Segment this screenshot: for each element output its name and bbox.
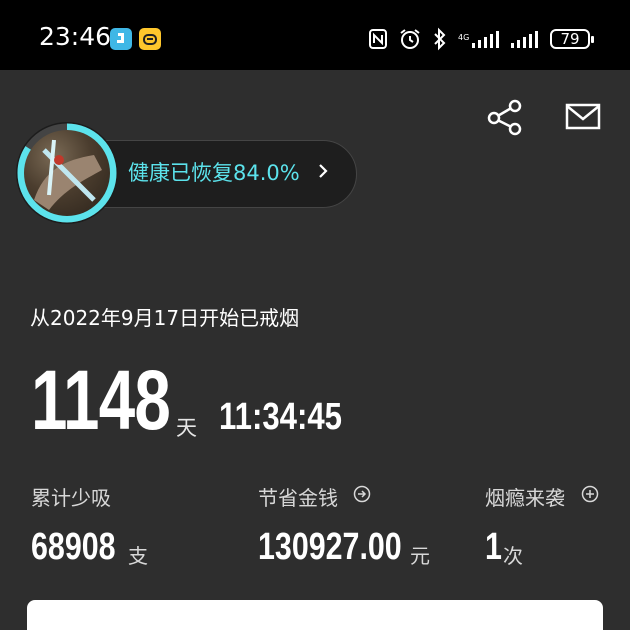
stat-unit-money: 元	[410, 544, 430, 568]
status-icons: 4G 79	[368, 24, 594, 54]
status-time: 23:46	[39, 22, 112, 51]
battery-icon: 79	[550, 29, 594, 49]
stat-label-cravings: 烟瘾来袭	[485, 486, 565, 510]
app-notification-icon	[110, 28, 132, 50]
chevron-right-icon	[319, 164, 328, 178]
stat-value-cravings: 1	[485, 526, 502, 568]
mail-icon[interactable]	[564, 98, 602, 136]
nfc-icon	[369, 29, 387, 49]
elapsed-time: 11:34:45	[219, 396, 343, 438]
share-icon[interactable]	[486, 98, 524, 136]
stat-unit-cravings: 次	[503, 544, 523, 568]
hand-photo-icon	[34, 139, 102, 210]
days-unit: 天	[176, 416, 197, 440]
battery-level: 79	[560, 30, 580, 48]
status-bar: 23:46 4G 79	[0, 0, 630, 70]
stat-value-money: 130927.00	[258, 526, 402, 568]
avatar	[24, 130, 110, 216]
app-screen: 23:46 4G 79 健康已恢复84.0% 从2022年9月17日开始已戒烟 …	[0, 0, 630, 630]
alarm-icon	[400, 29, 420, 49]
content-card[interactable]	[27, 600, 603, 630]
recovery-label: 健康已恢复84.0%	[128, 161, 300, 185]
days-count: 1148	[31, 353, 171, 447]
stat-label-money: 节省金钱	[258, 486, 338, 510]
svg-text:4G: 4G	[458, 33, 469, 42]
plus-circle-icon[interactable]	[581, 485, 599, 503]
bluetooth-icon	[434, 27, 446, 51]
stat-value-cigarettes: 68908	[31, 526, 116, 568]
app-notification-icon	[139, 28, 161, 50]
arrow-right-circle-icon[interactable]	[353, 485, 371, 503]
signal-icon: 4G	[458, 31, 499, 48]
quit-since-text: 从2022年9月17日开始已戒烟	[30, 306, 300, 330]
stat-label-cigarettes: 累计少吸	[31, 486, 111, 510]
signal-icon	[511, 31, 538, 48]
stat-unit-cigarettes: 支	[128, 544, 148, 568]
